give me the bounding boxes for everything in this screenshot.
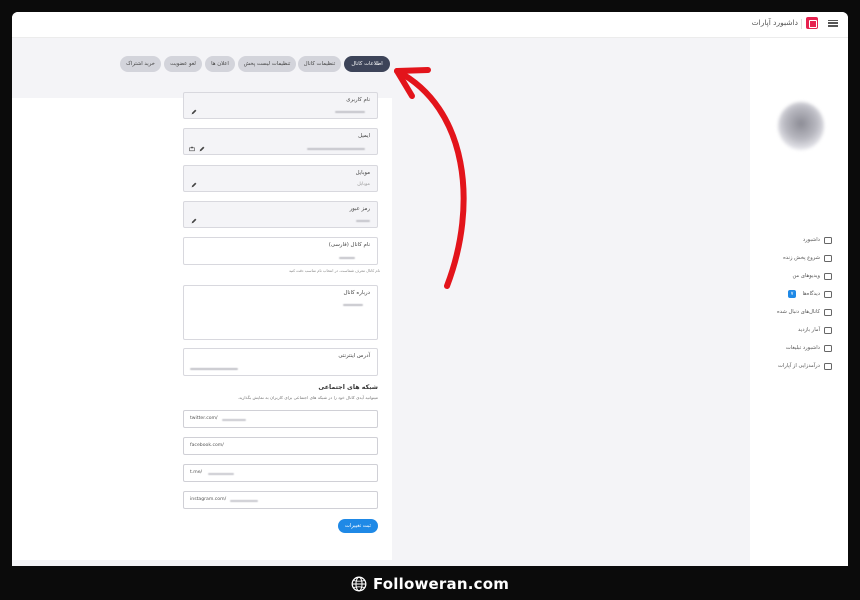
telegram-prefix: t.me/ (190, 470, 203, 475)
facebook-input[interactable]: facebook.com/ (183, 437, 378, 455)
save-changes-button[interactable]: ثبت تغییرات (338, 519, 378, 533)
watermark-text: Followeran.com (372, 575, 510, 593)
sidebar-item-label: داشبورد تبلیغات (785, 345, 820, 351)
twitter-value-blurred (222, 419, 246, 421)
instagram-input[interactable]: instagram.com/ (183, 491, 378, 509)
username-field[interactable]: نام کاربری (183, 92, 378, 119)
tab-unsubscribe[interactable]: لغو عضویت (164, 56, 202, 72)
email-value-blurred (307, 148, 365, 150)
sidebar-item-dashboard[interactable]: داشبورد (803, 234, 832, 246)
tab-notifications[interactable]: اعلان ها (205, 56, 235, 72)
sidebar-item-label: کانال‌های دنبال شده (777, 309, 820, 315)
social-section-title: شبکه های اجتماعی (318, 384, 378, 391)
sidebar-item-label: ویدیوهای من (792, 273, 820, 279)
tab-buy-subscription[interactable]: خرید اشتراک (120, 56, 161, 72)
watermark-bar: Followeran.com (0, 566, 860, 600)
website-field[interactable]: آدرس اینترنتی (183, 348, 378, 376)
email-verified-icon (189, 146, 195, 152)
pencil-icon[interactable] (191, 182, 197, 188)
comments-count-badge: ۷ (787, 290, 797, 298)
instagram-value-blurred (230, 500, 258, 502)
main-content (12, 38, 750, 566)
channel-name-field[interactable]: نام کانال (فارسی) (183, 237, 378, 265)
sidebar-item-label: آمار بازدید (798, 327, 820, 333)
sidebar-item-ads-dashboard[interactable]: داشبورد تبلیغات (786, 342, 832, 354)
stats-icon (824, 326, 832, 334)
password-field[interactable]: رمز عبور (183, 201, 378, 228)
username-value-blurred (335, 111, 365, 113)
about-value-blurred (343, 304, 363, 306)
mobile-value: موبایل (357, 182, 370, 187)
tab-channel-info[interactable]: اطلاعات کانال (344, 56, 390, 72)
channel-name-value-blurred (339, 257, 355, 259)
page-title: داشبورد آپارات (751, 18, 798, 27)
app-window: داشبورد آپارات اطلاعات کانال تنظیمات کان… (12, 12, 848, 566)
sidebar-item-stats[interactable]: آمار بازدید (798, 324, 832, 336)
tab-channel-settings[interactable]: تنظیمات کانال (298, 56, 341, 72)
channel-avatar[interactable] (778, 102, 824, 150)
twitter-input[interactable]: twitter.com/ (183, 410, 378, 428)
sidebar-item-monetization[interactable]: درآمدزایی از آپارات (778, 360, 832, 372)
ads-icon (824, 344, 832, 352)
about-channel-textarea[interactable]: درباره کانال (183, 285, 378, 340)
globe-icon (351, 576, 367, 592)
facebook-prefix: facebook.com/ (190, 443, 224, 448)
sidebar-item-my-videos[interactable]: ویدیوهای من (792, 270, 832, 282)
channel-name-label: نام کانال (فارسی) (328, 242, 370, 248)
tab-playlist-settings[interactable]: تنظیمات لیست پخش (238, 56, 296, 72)
comments-icon (824, 290, 832, 298)
website-value-blurred (190, 368, 238, 370)
pencil-icon[interactable] (191, 218, 197, 224)
sidebar-item-label: درآمدزایی از آپارات (777, 363, 820, 369)
sidebar-item-live[interactable]: شروع پخش زنده (783, 252, 832, 264)
top-bar: داشبورد آپارات (12, 12, 848, 38)
hamburger-menu-icon[interactable] (828, 18, 838, 28)
sidebar: داشبورد شروع پخش زنده ویدیوهای من دیدگاه… (750, 38, 848, 566)
income-icon (824, 362, 832, 370)
channel-name-hint: نام کانال معرف شماست، در انتخاب نام مناس… (288, 268, 380, 273)
mobile-label: موبایل (355, 170, 370, 176)
sidebar-item-comments[interactable]: دیدگاه‌ها ۷ (787, 288, 832, 300)
password-value-blurred (356, 220, 370, 222)
twitter-prefix: twitter.com/ (190, 416, 218, 421)
email-label: ایمیل (358, 133, 370, 139)
live-icon (824, 254, 832, 262)
instagram-prefix: instagram.com/ (190, 497, 227, 502)
sidebar-item-label: داشبورد (802, 237, 820, 243)
divider (801, 19, 802, 29)
videos-icon (824, 272, 832, 280)
pencil-icon[interactable] (191, 109, 197, 115)
about-label: درباره کانال (343, 290, 370, 296)
sidebar-item-label: دیدگاه‌ها (802, 291, 820, 297)
telegram-value-blurred (208, 473, 234, 475)
password-label: رمز عبور (349, 206, 370, 212)
website-label: آدرس اینترنتی (338, 353, 370, 359)
social-section-subtitle: میتوانید آیدی کانال خود را در شبکه های ا… (237, 395, 378, 400)
sidebar-item-followed-channels[interactable]: کانال‌های دنبال شده (777, 306, 832, 318)
mobile-field[interactable]: موبایل موبایل (183, 165, 378, 192)
email-field[interactable]: ایمیل (183, 128, 378, 155)
pencil-icon[interactable] (199, 146, 205, 152)
sidebar-item-label: شروع پخش زنده (783, 255, 820, 261)
dashboard-icon (824, 236, 832, 244)
telegram-input[interactable]: t.me/ (183, 464, 378, 482)
aparat-logo[interactable] (806, 17, 818, 29)
username-label: نام کاربری (346, 97, 370, 103)
follow-icon (824, 308, 832, 316)
